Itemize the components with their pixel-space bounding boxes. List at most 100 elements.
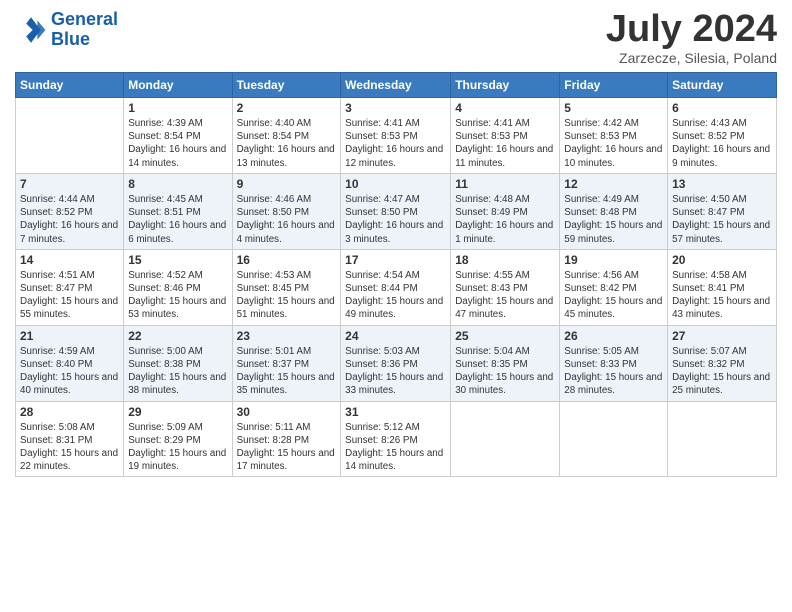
- cell-week3-day2: 16 Sunrise: 4:53 AM Sunset: 8:45 PM Dayli…: [232, 249, 341, 325]
- week-row-4: 21 Sunrise: 4:59 AM Sunset: 8:40 PM Dayli…: [16, 325, 777, 401]
- day-number: 26: [564, 329, 663, 343]
- day-info: Sunrise: 4:51 AM Sunset: 8:47 PM Dayligh…: [20, 269, 119, 322]
- day-number: 23: [237, 329, 337, 343]
- cell-week4-day4: 25 Sunrise: 5:04 AM Sunset: 8:35 PM Dayli…: [451, 325, 560, 401]
- day-number: 11: [455, 177, 555, 191]
- day-info: Sunrise: 4:44 AM Sunset: 8:52 PM Dayligh…: [20, 193, 119, 246]
- cell-week3-day3: 17Sunrise: 4:54 AM Sunset: 8:44 PM Dayli…: [341, 249, 451, 325]
- day-number: 22: [128, 329, 227, 343]
- cell-week5-day4: [451, 401, 560, 477]
- cell-week5-day3: 31Sunrise: 5:12 AM Sunset: 8:26 PM Dayli…: [341, 401, 451, 477]
- day-number: 9: [237, 177, 337, 191]
- day-number: 21: [20, 329, 119, 343]
- day-number: 4: [455, 101, 555, 115]
- cell-week5-day1: 29 Sunrise: 5:09 AM Sunset: 8:29 PM Dayli…: [124, 401, 232, 477]
- cell-week4-day1: 22 Sunrise: 5:00 AM Sunset: 8:38 PM Dayli…: [124, 325, 232, 401]
- day-info: Sunrise: 5:04 AM Sunset: 8:35 PM Dayligh…: [455, 345, 555, 398]
- day-number: 10: [345, 177, 446, 191]
- cell-week3-day6: 20Sunrise: 4:58 AM Sunset: 8:41 PM Dayli…: [668, 249, 777, 325]
- day-info: Sunrise: 5:00 AM Sunset: 8:38 PM Dayligh…: [128, 345, 227, 398]
- cell-week4-day5: 26Sunrise: 5:05 AM Sunset: 8:33 PM Dayli…: [560, 325, 668, 401]
- day-info: Sunrise: 4:59 AM Sunset: 8:40 PM Dayligh…: [20, 345, 119, 398]
- day-info: Sunrise: 4:54 AM Sunset: 8:44 PM Dayligh…: [345, 269, 446, 322]
- day-info: Sunrise: 4:41 AM Sunset: 8:53 PM Dayligh…: [455, 117, 555, 170]
- day-number: 28: [20, 405, 119, 419]
- title-block: July 2024 Zarzecze, Silesia, Poland: [606, 10, 777, 66]
- cell-week1-day2: 2Sunrise: 4:40 AM Sunset: 8:54 PM Daylig…: [232, 98, 341, 174]
- day-number: 25: [455, 329, 555, 343]
- day-number: 13: [672, 177, 772, 191]
- week-row-3: 14 Sunrise: 4:51 AM Sunset: 8:47 PM Dayli…: [16, 249, 777, 325]
- calendar-header: Sunday Monday Tuesday Wednesday Thursday…: [16, 73, 777, 98]
- logo-text: General Blue: [51, 10, 118, 50]
- cell-week2-day0: 7 Sunrise: 4:44 AM Sunset: 8:52 PM Daylig…: [16, 173, 124, 249]
- logo-line2: Blue: [51, 29, 90, 49]
- day-number: 8: [128, 177, 227, 191]
- day-number: 20: [672, 253, 772, 267]
- day-info: Sunrise: 5:11 AM Sunset: 8:28 PM Dayligh…: [237, 421, 337, 474]
- col-wednesday: Wednesday: [341, 73, 451, 98]
- day-info: Sunrise: 4:41 AM Sunset: 8:53 PM Dayligh…: [345, 117, 446, 170]
- week-row-1: 1 Sunrise: 4:39 AM Sunset: 8:54 PM Daylig…: [16, 98, 777, 174]
- day-info: Sunrise: 5:09 AM Sunset: 8:29 PM Dayligh…: [128, 421, 227, 474]
- day-info: Sunrise: 4:43 AM Sunset: 8:52 PM Dayligh…: [672, 117, 772, 170]
- calendar: Sunday Monday Tuesday Wednesday Thursday…: [15, 72, 777, 477]
- day-info: Sunrise: 4:46 AM Sunset: 8:50 PM Dayligh…: [237, 193, 337, 246]
- day-info: Sunrise: 4:47 AM Sunset: 8:50 PM Dayligh…: [345, 193, 446, 246]
- cell-week1-day3: 3Sunrise: 4:41 AM Sunset: 8:53 PM Daylig…: [341, 98, 451, 174]
- day-number: 24: [345, 329, 446, 343]
- day-info: Sunrise: 5:01 AM Sunset: 8:37 PM Dayligh…: [237, 345, 337, 398]
- day-info: Sunrise: 4:42 AM Sunset: 8:53 PM Dayligh…: [564, 117, 663, 170]
- cell-week4-day6: 27Sunrise: 5:07 AM Sunset: 8:32 PM Dayli…: [668, 325, 777, 401]
- day-number: 15: [128, 253, 227, 267]
- cell-week3-day1: 15 Sunrise: 4:52 AM Sunset: 8:46 PM Dayli…: [124, 249, 232, 325]
- cell-week2-day4: 11Sunrise: 4:48 AM Sunset: 8:49 PM Dayli…: [451, 173, 560, 249]
- cell-week1-day4: 4 Sunrise: 4:41 AM Sunset: 8:53 PM Daylig…: [451, 98, 560, 174]
- cell-week3-day5: 19Sunrise: 4:56 AM Sunset: 8:42 PM Dayli…: [560, 249, 668, 325]
- col-thursday: Thursday: [451, 73, 560, 98]
- col-sunday: Sunday: [16, 73, 124, 98]
- day-number: 1: [128, 101, 227, 115]
- day-number: 14: [20, 253, 119, 267]
- day-number: 29: [128, 405, 227, 419]
- cell-week2-day3: 10 Sunrise: 4:47 AM Sunset: 8:50 PM Dayli…: [341, 173, 451, 249]
- cell-week4-day3: 24 Sunrise: 5:03 AM Sunset: 8:36 PM Dayli…: [341, 325, 451, 401]
- cell-week2-day1: 8 Sunrise: 4:45 AM Sunset: 8:51 PM Daylig…: [124, 173, 232, 249]
- col-friday: Friday: [560, 73, 668, 98]
- cell-week3-day4: 18 Sunrise: 4:55 AM Sunset: 8:43 PM Dayli…: [451, 249, 560, 325]
- day-info: Sunrise: 4:53 AM Sunset: 8:45 PM Dayligh…: [237, 269, 337, 322]
- day-number: 16: [237, 253, 337, 267]
- main-title: July 2024: [606, 10, 777, 48]
- day-number: 12: [564, 177, 663, 191]
- week-row-2: 7 Sunrise: 4:44 AM Sunset: 8:52 PM Daylig…: [16, 173, 777, 249]
- day-info: Sunrise: 5:08 AM Sunset: 8:31 PM Dayligh…: [20, 421, 119, 474]
- day-info: Sunrise: 4:55 AM Sunset: 8:43 PM Dayligh…: [455, 269, 555, 322]
- cell-week5-day0: 28 Sunrise: 5:08 AM Sunset: 8:31 PM Dayli…: [16, 401, 124, 477]
- cell-week5-day5: [560, 401, 668, 477]
- day-number: 5: [564, 101, 663, 115]
- col-saturday: Saturday: [668, 73, 777, 98]
- calendar-body: 1 Sunrise: 4:39 AM Sunset: 8:54 PM Daylig…: [16, 98, 777, 477]
- day-info: Sunrise: 5:03 AM Sunset: 8:36 PM Dayligh…: [345, 345, 446, 398]
- subtitle: Zarzecze, Silesia, Poland: [606, 50, 777, 66]
- cell-week1-day6: 6 Sunrise: 4:43 AM Sunset: 8:52 PM Daylig…: [668, 98, 777, 174]
- cell-week5-day2: 30 Sunrise: 5:11 AM Sunset: 8:28 PM Dayli…: [232, 401, 341, 477]
- day-number: 6: [672, 101, 772, 115]
- header: General Blue July 2024 Zarzecze, Silesia…: [15, 10, 777, 66]
- day-number: 7: [20, 177, 119, 191]
- day-info: Sunrise: 4:52 AM Sunset: 8:46 PM Dayligh…: [128, 269, 227, 322]
- day-number: 18: [455, 253, 555, 267]
- week-row-5: 28 Sunrise: 5:08 AM Sunset: 8:31 PM Dayli…: [16, 401, 777, 477]
- day-info: Sunrise: 4:45 AM Sunset: 8:51 PM Dayligh…: [128, 193, 227, 246]
- day-info: Sunrise: 4:40 AM Sunset: 8:54 PM Dayligh…: [237, 117, 337, 170]
- day-info: Sunrise: 4:39 AM Sunset: 8:54 PM Dayligh…: [128, 117, 227, 170]
- cell-week2-day6: 13Sunrise: 4:50 AM Sunset: 8:47 PM Dayli…: [668, 173, 777, 249]
- day-number: 30: [237, 405, 337, 419]
- logo-icon: [15, 14, 47, 46]
- cell-week2-day2: 9 Sunrise: 4:46 AM Sunset: 8:50 PM Daylig…: [232, 173, 341, 249]
- col-tuesday: Tuesday: [232, 73, 341, 98]
- cell-week4-day2: 23 Sunrise: 5:01 AM Sunset: 8:37 PM Dayli…: [232, 325, 341, 401]
- header-row: Sunday Monday Tuesday Wednesday Thursday…: [16, 73, 777, 98]
- cell-week1-day0: [16, 98, 124, 174]
- logo-line1: General: [51, 9, 118, 29]
